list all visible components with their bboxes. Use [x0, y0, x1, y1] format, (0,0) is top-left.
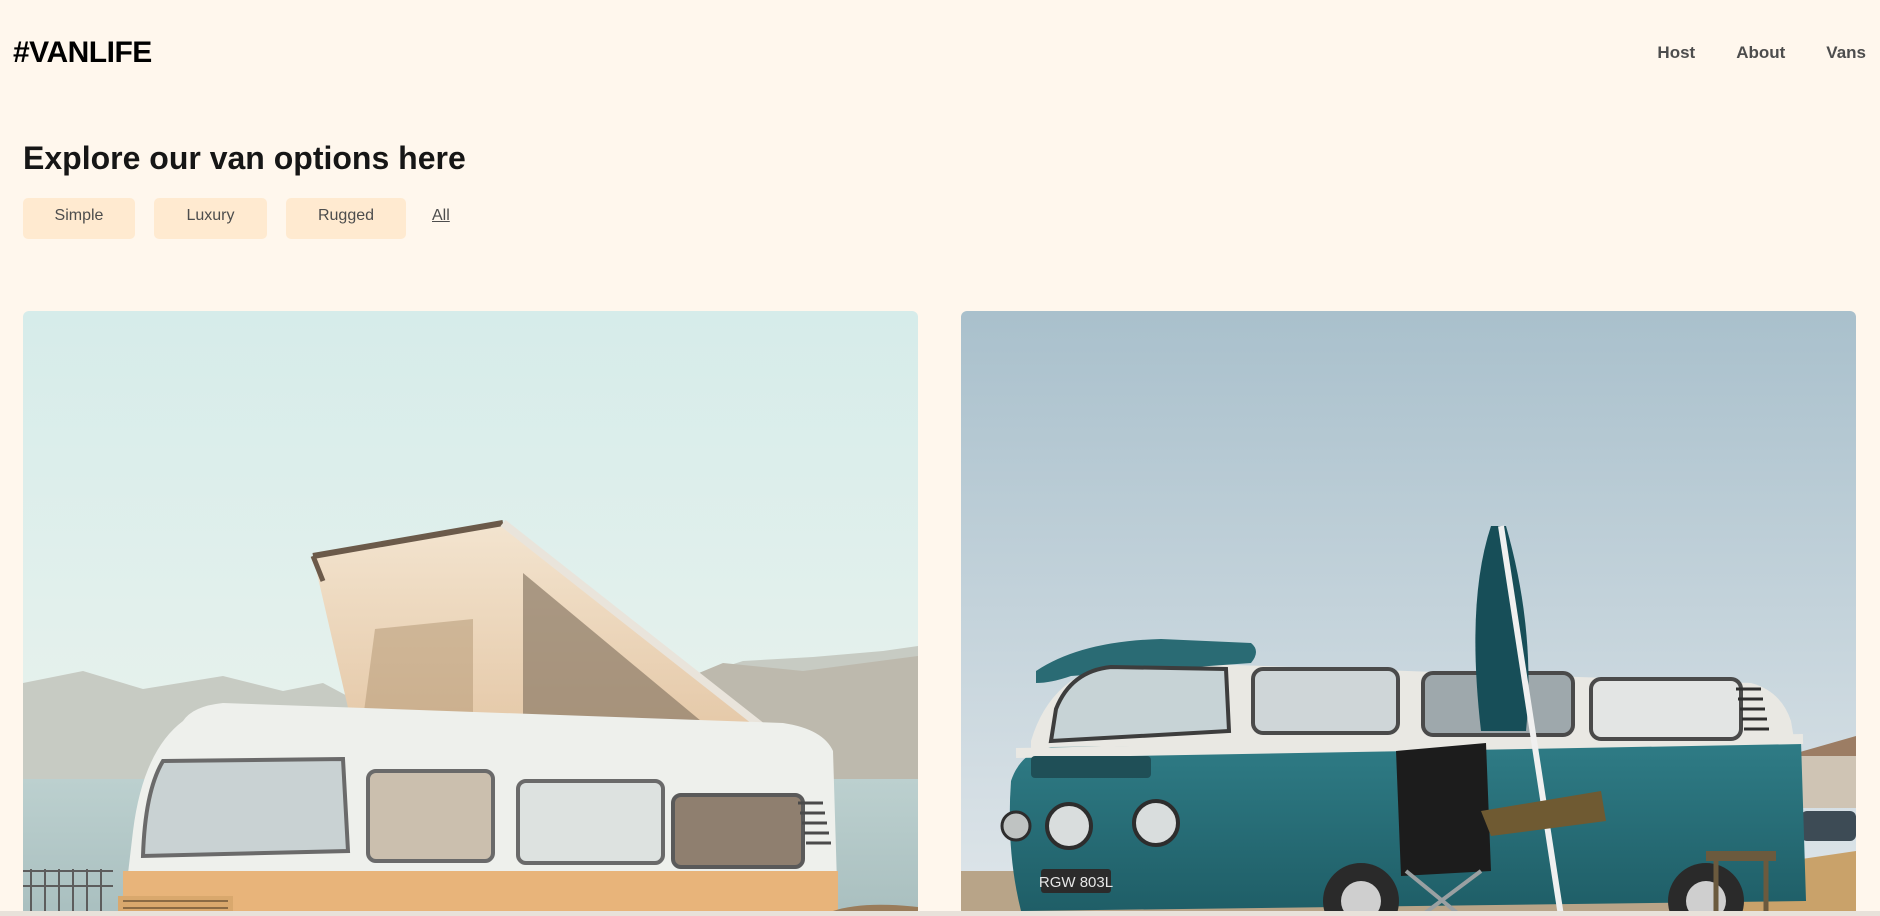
van-image-teal-bus[interactable]: RGW 803L — [961, 311, 1856, 916]
filter-all-link[interactable]: All — [432, 207, 450, 231]
nav-link-vans[interactable]: Vans — [1826, 43, 1866, 63]
license-plate: RGW 803L — [1039, 874, 1113, 891]
filter-simple-button[interactable]: Simple — [23, 198, 135, 239]
site-header: #VANLIFE Host About Vans — [0, 0, 1880, 106]
van-list: RGW 803L — [23, 311, 1856, 916]
horizontal-scrollbar[interactable] — [0, 911, 1880, 916]
nav-link-host[interactable]: Host — [1657, 43, 1695, 63]
site-logo[interactable]: #VANLIFE — [13, 36, 152, 70]
van-image-beige-camper[interactable] — [23, 311, 918, 916]
nav-link-about[interactable]: About — [1736, 43, 1785, 63]
filter-rugged-button[interactable]: Rugged — [286, 198, 406, 239]
page-title: Explore our van options here — [23, 140, 466, 176]
van-card[interactable]: RGW 803L — [961, 311, 1856, 916]
van-type-filters: Simple Luxury Rugged All — [23, 198, 450, 239]
main-nav: Host About Vans — [1616, 43, 1866, 63]
van-card[interactable] — [23, 311, 918, 916]
filter-luxury-button[interactable]: Luxury — [154, 198, 267, 239]
